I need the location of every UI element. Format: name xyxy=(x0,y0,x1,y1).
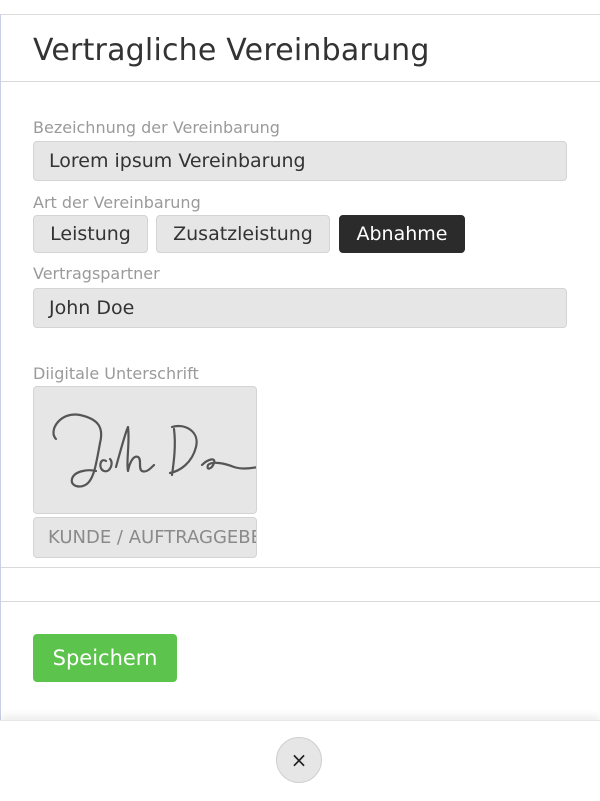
signature-pad[interactable] xyxy=(33,386,260,514)
dialog-title: Vertragliche Vereinbarung xyxy=(33,33,430,68)
bottom-bar: × xyxy=(0,720,600,801)
signature-drawing xyxy=(52,413,260,488)
type-label: Art der Vereinbarung xyxy=(33,193,201,212)
signature-label: Diigitale Unterschrift xyxy=(33,364,199,383)
partner-value: John Doe xyxy=(49,297,135,319)
name-label: Bezeichnung der Vereinbarung xyxy=(33,118,280,137)
partner-input[interactable]: John Doe xyxy=(33,288,567,328)
agreement-dialog: Vertragliche Vereinbarung Bezeichnung de… xyxy=(0,14,600,721)
close-button[interactable]: × xyxy=(276,737,322,783)
save-button[interactable]: Speichern xyxy=(33,634,177,682)
section-divider-2 xyxy=(1,601,600,602)
type-option-zusatzleistung[interactable]: Zusatzleistung xyxy=(156,215,330,253)
type-option-leistung[interactable]: Leistung xyxy=(33,215,148,253)
close-icon: × xyxy=(290,748,308,772)
partner-label: Vertragspartner xyxy=(33,264,160,283)
section-divider-1 xyxy=(1,567,600,568)
agreement-name-input[interactable]: Lorem ipsum Vereinbarung xyxy=(33,141,567,181)
signature-role-field[interactable]: KUNDE / AUFTRAGGEBER xyxy=(33,517,257,558)
type-option-abnahme[interactable]: Abnahme xyxy=(339,215,465,253)
agreement-name-value: Lorem ipsum Vereinbarung xyxy=(49,150,306,172)
title-divider xyxy=(1,81,600,82)
